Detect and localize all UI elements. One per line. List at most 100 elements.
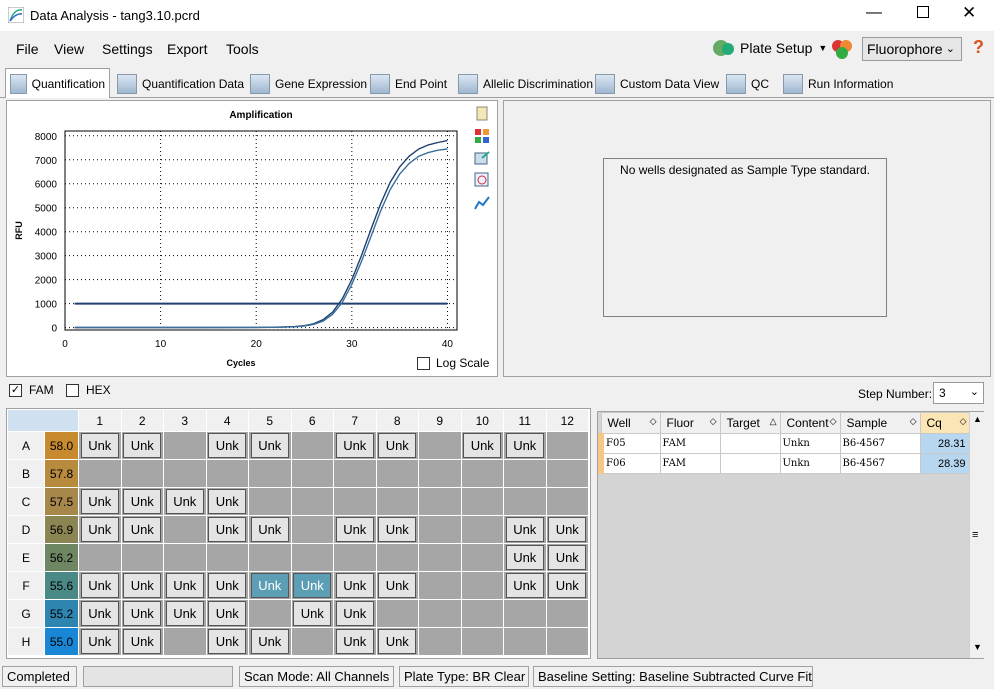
- plate-well[interactable]: [290, 487, 334, 516]
- plate-well[interactable]: [333, 487, 377, 516]
- plate-well[interactable]: Unk: [78, 487, 122, 516]
- plate-well[interactable]: [120, 543, 164, 572]
- help-icon[interactable]: ?: [973, 37, 984, 58]
- plate-well[interactable]: [333, 459, 377, 488]
- plate-well[interactable]: [418, 431, 462, 460]
- plate-well[interactable]: Unk: [163, 487, 207, 516]
- fluorophore-select[interactable]: Fluorophore ⌄: [862, 37, 962, 61]
- plate-well[interactable]: [460, 571, 504, 600]
- plate-column-header[interactable]: 11: [503, 409, 547, 432]
- plate-well[interactable]: Unk: [78, 627, 122, 656]
- scroll-grip-icon[interactable]: ≡: [972, 529, 978, 541]
- log-scale-checkbox[interactable]: [417, 356, 430, 370]
- plate-well[interactable]: [460, 459, 504, 488]
- plate-well[interactable]: Unk: [375, 515, 419, 544]
- plate-well[interactable]: Unk: [503, 515, 547, 544]
- plate-well[interactable]: Unk: [333, 515, 377, 544]
- plate-well[interactable]: Unk: [120, 571, 164, 600]
- plate-well[interactable]: Unk: [290, 599, 334, 628]
- plate-row-header[interactable]: C: [7, 487, 45, 516]
- plate-row-header[interactable]: A: [7, 431, 45, 460]
- fam-toggle[interactable]: ✓ FAM: [9, 383, 54, 397]
- plate-well[interactable]: Unk: [120, 515, 164, 544]
- tab-quantification-data[interactable]: Quantification Data: [113, 70, 248, 97]
- plate-column-header[interactable]: 1: [78, 409, 122, 432]
- plate-well[interactable]: Unk: [120, 487, 164, 516]
- plate-well[interactable]: [248, 459, 292, 488]
- tab-custom-data-view[interactable]: Custom Data View: [591, 70, 723, 97]
- plate-well[interactable]: Unk: [503, 571, 547, 600]
- plate-well[interactable]: Unk: [78, 599, 122, 628]
- minimize-button[interactable]: —: [866, 4, 882, 22]
- hex-checkbox[interactable]: [66, 383, 79, 397]
- plate-column-header[interactable]: 8: [375, 409, 419, 432]
- plate-well[interactable]: Unk: [460, 431, 504, 460]
- plate-well[interactable]: [205, 543, 249, 572]
- menu-view[interactable]: View: [54, 41, 84, 57]
- plate-well[interactable]: [375, 543, 419, 572]
- plate-well[interactable]: [503, 487, 547, 516]
- plate-column-header[interactable]: 7: [333, 409, 377, 432]
- plate-well[interactable]: [78, 459, 122, 488]
- plate-column-header[interactable]: 4: [205, 409, 249, 432]
- plate-well[interactable]: Unk: [333, 431, 377, 460]
- curve-style-icon[interactable]: [474, 195, 490, 211]
- plate-column-header[interactable]: 9: [418, 409, 462, 432]
- plate-column-header[interactable]: 6: [290, 409, 334, 432]
- plate-well[interactable]: [290, 627, 334, 656]
- plate-well[interactable]: Unk: [78, 515, 122, 544]
- plate-well[interactable]: [503, 459, 547, 488]
- plate-well[interactable]: [545, 431, 589, 460]
- plate-well[interactable]: [418, 459, 462, 488]
- plate-well[interactable]: Unk: [545, 543, 589, 572]
- plate-column-header[interactable]: 10: [460, 409, 504, 432]
- plate-well[interactable]: Unk: [375, 431, 419, 460]
- plate-well[interactable]: [460, 515, 504, 544]
- plate-well[interactable]: [163, 431, 207, 460]
- menu-tools[interactable]: Tools: [226, 41, 259, 57]
- plate-well[interactable]: [375, 487, 419, 516]
- plate-well[interactable]: [163, 515, 207, 544]
- plate-well[interactable]: Unk: [248, 515, 292, 544]
- plate-well[interactable]: [290, 543, 334, 572]
- plate-well[interactable]: Unk: [248, 431, 292, 460]
- plate-well[interactable]: [163, 543, 207, 572]
- tab-allelic-discrimination[interactable]: Allelic Discrimination: [454, 70, 597, 97]
- plate-well[interactable]: [248, 543, 292, 572]
- plate-well[interactable]: Unk: [545, 515, 589, 544]
- plate-well[interactable]: Unk: [120, 627, 164, 656]
- plate-well[interactable]: Unk: [78, 571, 122, 600]
- plate-well[interactable]: [78, 543, 122, 572]
- plate-well[interactable]: Unk: [205, 571, 249, 600]
- scroll-up-icon[interactable]: ▲: [973, 414, 982, 424]
- plate-well[interactable]: [418, 515, 462, 544]
- plate-well[interactable]: Unk: [78, 431, 122, 460]
- zoom-icon[interactable]: [474, 172, 490, 188]
- results-column-header[interactable]: Well ◇: [600, 412, 661, 434]
- plate-well[interactable]: [545, 487, 589, 516]
- plate-well[interactable]: [333, 543, 377, 572]
- amplification-chart[interactable]: 0 10 20 30 40 0 1000 2000 3000 4000 5000 6000 7000 80…: [7, 101, 497, 376]
- plate-setup-button[interactable]: Plate Setup ▼: [712, 36, 827, 60]
- plate-well[interactable]: [545, 599, 589, 628]
- plate-well[interactable]: Unk: [120, 431, 164, 460]
- plate-well[interactable]: Unk: [205, 431, 249, 460]
- plate-well[interactable]: Unk: [248, 571, 292, 600]
- plate-well[interactable]: Unk: [375, 571, 419, 600]
- plate-well[interactable]: Unk: [503, 431, 547, 460]
- plate-well[interactable]: Unk: [290, 571, 334, 600]
- menu-settings[interactable]: Settings: [102, 41, 153, 57]
- plate-well[interactable]: [418, 599, 462, 628]
- plate-well[interactable]: [418, 571, 462, 600]
- menu-export[interactable]: Export: [167, 41, 207, 57]
- log-scale-toggle[interactable]: Log Scale: [417, 356, 489, 370]
- tab-quantification[interactable]: Quantification: [5, 68, 110, 98]
- plate-well[interactable]: [248, 487, 292, 516]
- plate-well[interactable]: Unk: [120, 599, 164, 628]
- plate-well[interactable]: [503, 627, 547, 656]
- plate-well[interactable]: Unk: [205, 487, 249, 516]
- tab-qc[interactable]: QC: [722, 70, 773, 97]
- tab-gene-expression[interactable]: Gene Expression: [246, 70, 371, 97]
- fam-checkbox[interactable]: ✓: [9, 383, 22, 397]
- plate-row-header[interactable]: G: [7, 599, 45, 628]
